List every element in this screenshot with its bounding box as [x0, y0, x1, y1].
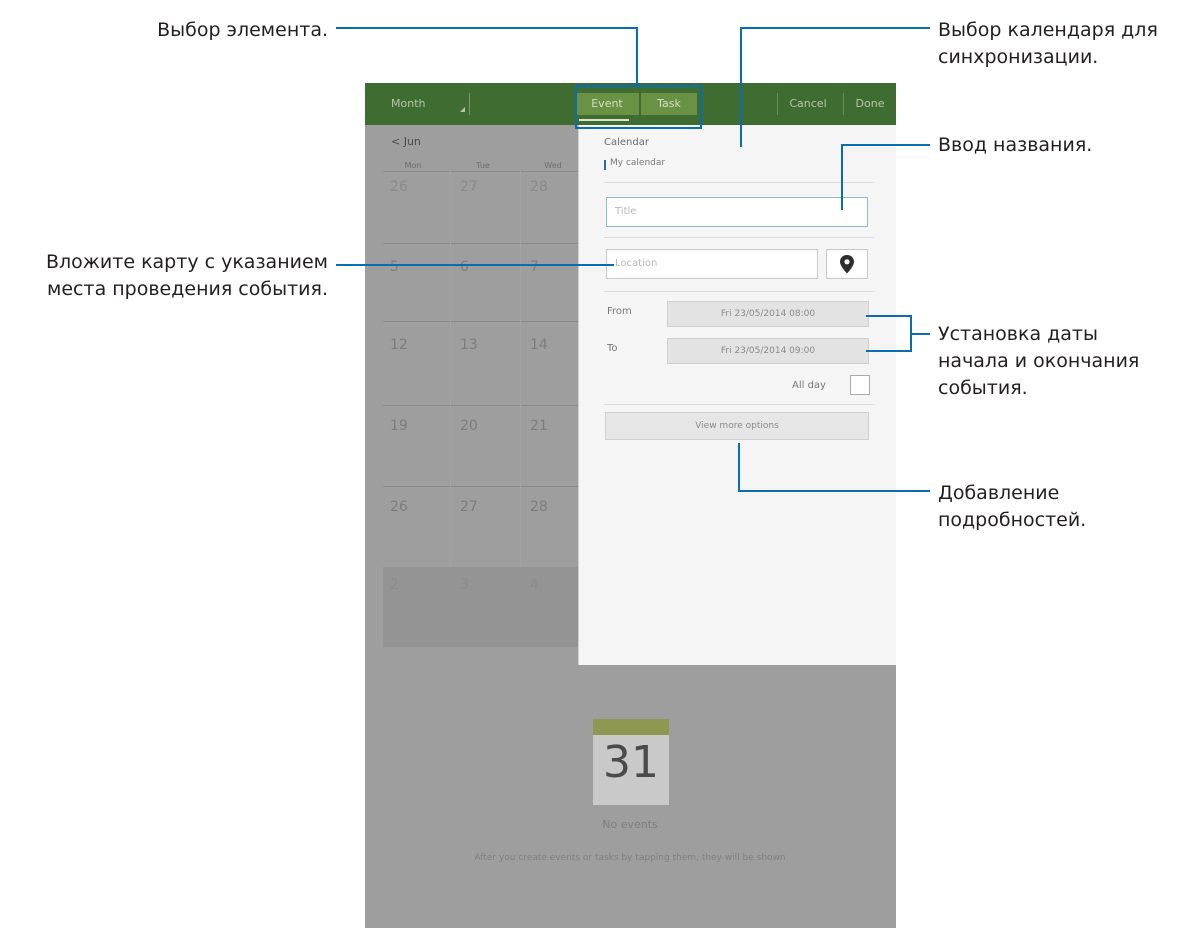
leader-line — [866, 350, 912, 352]
month-nav-back[interactable]: < Jun — [391, 135, 421, 148]
callout-set-dates: Установка даты начала и окончания событи… — [938, 321, 1183, 402]
divider — [604, 237, 874, 238]
day-cell[interactable]: 14 — [530, 337, 548, 353]
callout-select-calendar-line2: синхронизации. — [938, 46, 1099, 68]
callout-add-details: Добавление подробностей. — [938, 480, 1183, 534]
callout-enter-title-text: Ввод названия. — [938, 134, 1093, 156]
weekday-label: Mon — [404, 161, 422, 170]
dropdown-caret-icon — [460, 107, 465, 112]
calendar-selector[interactable]: My calendar — [610, 158, 665, 168]
day-cell[interactable]: 2 — [390, 577, 399, 593]
leader-line — [740, 27, 930, 29]
leader-line — [738, 490, 930, 492]
divider — [604, 404, 874, 405]
callout-add-details-line2: подробностей. — [938, 509, 1087, 531]
view-more-options-button[interactable]: View more options — [605, 412, 869, 440]
divider — [604, 182, 874, 183]
leader-line — [738, 443, 740, 492]
map-pin-button[interactable] — [826, 249, 868, 279]
all-day-label: All day — [792, 380, 826, 391]
callout-attach-map-line2: места проведения события. — [47, 278, 328, 300]
all-day-checkbox[interactable] — [850, 375, 870, 395]
callout-select-item: Выбор элемента. — [100, 17, 328, 44]
leader-line — [841, 144, 930, 146]
day-cell[interactable]: 26 — [390, 499, 408, 515]
callout-set-dates-line2: начала и окончания — [938, 350, 1140, 372]
callout-enter-title: Ввод названия. — [938, 132, 1183, 159]
calendar-date-number: 31 — [603, 737, 659, 788]
calendar-color-indicator — [604, 160, 606, 170]
from-date-button[interactable]: Fri 23/05/2014 08:00 — [667, 301, 869, 327]
leader-line — [841, 144, 843, 210]
callout-select-item-text: Выбор элемента. — [157, 19, 328, 41]
to-label: To — [607, 343, 618, 354]
day-cell[interactable]: 20 — [460, 418, 478, 434]
callout-attach-map: Вложите карту с указанием места проведен… — [0, 249, 328, 303]
title-input[interactable]: Title — [606, 197, 868, 227]
day-cell[interactable]: 27 — [460, 179, 478, 195]
day-cell[interactable]: 27 — [460, 499, 478, 515]
grid-divider — [383, 486, 593, 487]
leader-line — [336, 264, 614, 266]
day-cell[interactable]: 3 — [460, 577, 469, 593]
cancel-button[interactable]: Cancel — [777, 93, 838, 115]
callout-set-dates-line1: Установка даты — [938, 323, 1098, 345]
weekday-label: Tue — [476, 161, 490, 170]
day-cell[interactable]: 6 — [460, 259, 469, 275]
view-mode-dropdown[interactable]: Month — [387, 93, 470, 115]
leader-line — [740, 27, 742, 147]
view-mode-label: Month — [391, 97, 426, 110]
calendar-app-screen: Month Event Task Cancel Done < Jun Mon T… — [365, 83, 896, 928]
day-cell[interactable]: 4 — [530, 577, 539, 593]
day-cell[interactable]: 26 — [390, 179, 408, 195]
day-cell[interactable]: 21 — [530, 418, 548, 434]
day-cell[interactable]: 28 — [530, 499, 548, 515]
location-input[interactable]: Location — [606, 249, 818, 279]
from-label: From — [607, 306, 632, 317]
divider — [604, 291, 874, 292]
new-event-panel: Calendar My calendar Title Location From… — [578, 125, 896, 665]
to-date-button[interactable]: Fri 23/05/2014 09:00 — [667, 338, 869, 364]
grid-divider — [383, 171, 593, 172]
day-cell[interactable]: 7 — [530, 259, 539, 275]
leader-line — [910, 333, 930, 335]
leader-line — [636, 27, 638, 85]
callout-select-calendar: Выбор календаря для синхронизации. — [938, 17, 1183, 71]
tabs-highlight-box — [575, 85, 702, 129]
callout-add-details-line1: Добавление — [938, 482, 1060, 504]
day-cell[interactable]: 28 — [530, 179, 548, 195]
calendar-label: Calendar — [604, 137, 649, 148]
calendar-date-icon: 31 — [593, 719, 669, 805]
weekday-label: Wed — [544, 161, 562, 170]
day-cell[interactable]: 12 — [390, 337, 408, 353]
callout-select-calendar-line1: Выбор календаря для — [938, 19, 1158, 41]
leader-line — [336, 27, 638, 29]
grid-divider — [383, 321, 593, 322]
grid-divider — [383, 243, 593, 244]
grid-divider — [383, 405, 593, 406]
done-button[interactable]: Done — [843, 93, 896, 115]
callout-set-dates-line3: события. — [938, 377, 1028, 399]
day-cell[interactable]: 5 — [390, 259, 399, 275]
callout-attach-map-line1: Вложите карту с указанием — [46, 251, 328, 273]
calendar-date-icon-header — [593, 719, 669, 735]
no-events-text: No events — [602, 818, 658, 831]
leader-line — [866, 315, 912, 317]
empty-state-hint: After you create events or tasks by tapp… — [474, 853, 786, 863]
day-cell[interactable]: 13 — [460, 337, 478, 353]
day-cell[interactable]: 19 — [390, 418, 408, 434]
map-pin-icon — [840, 255, 854, 274]
next-month-row — [383, 567, 578, 647]
